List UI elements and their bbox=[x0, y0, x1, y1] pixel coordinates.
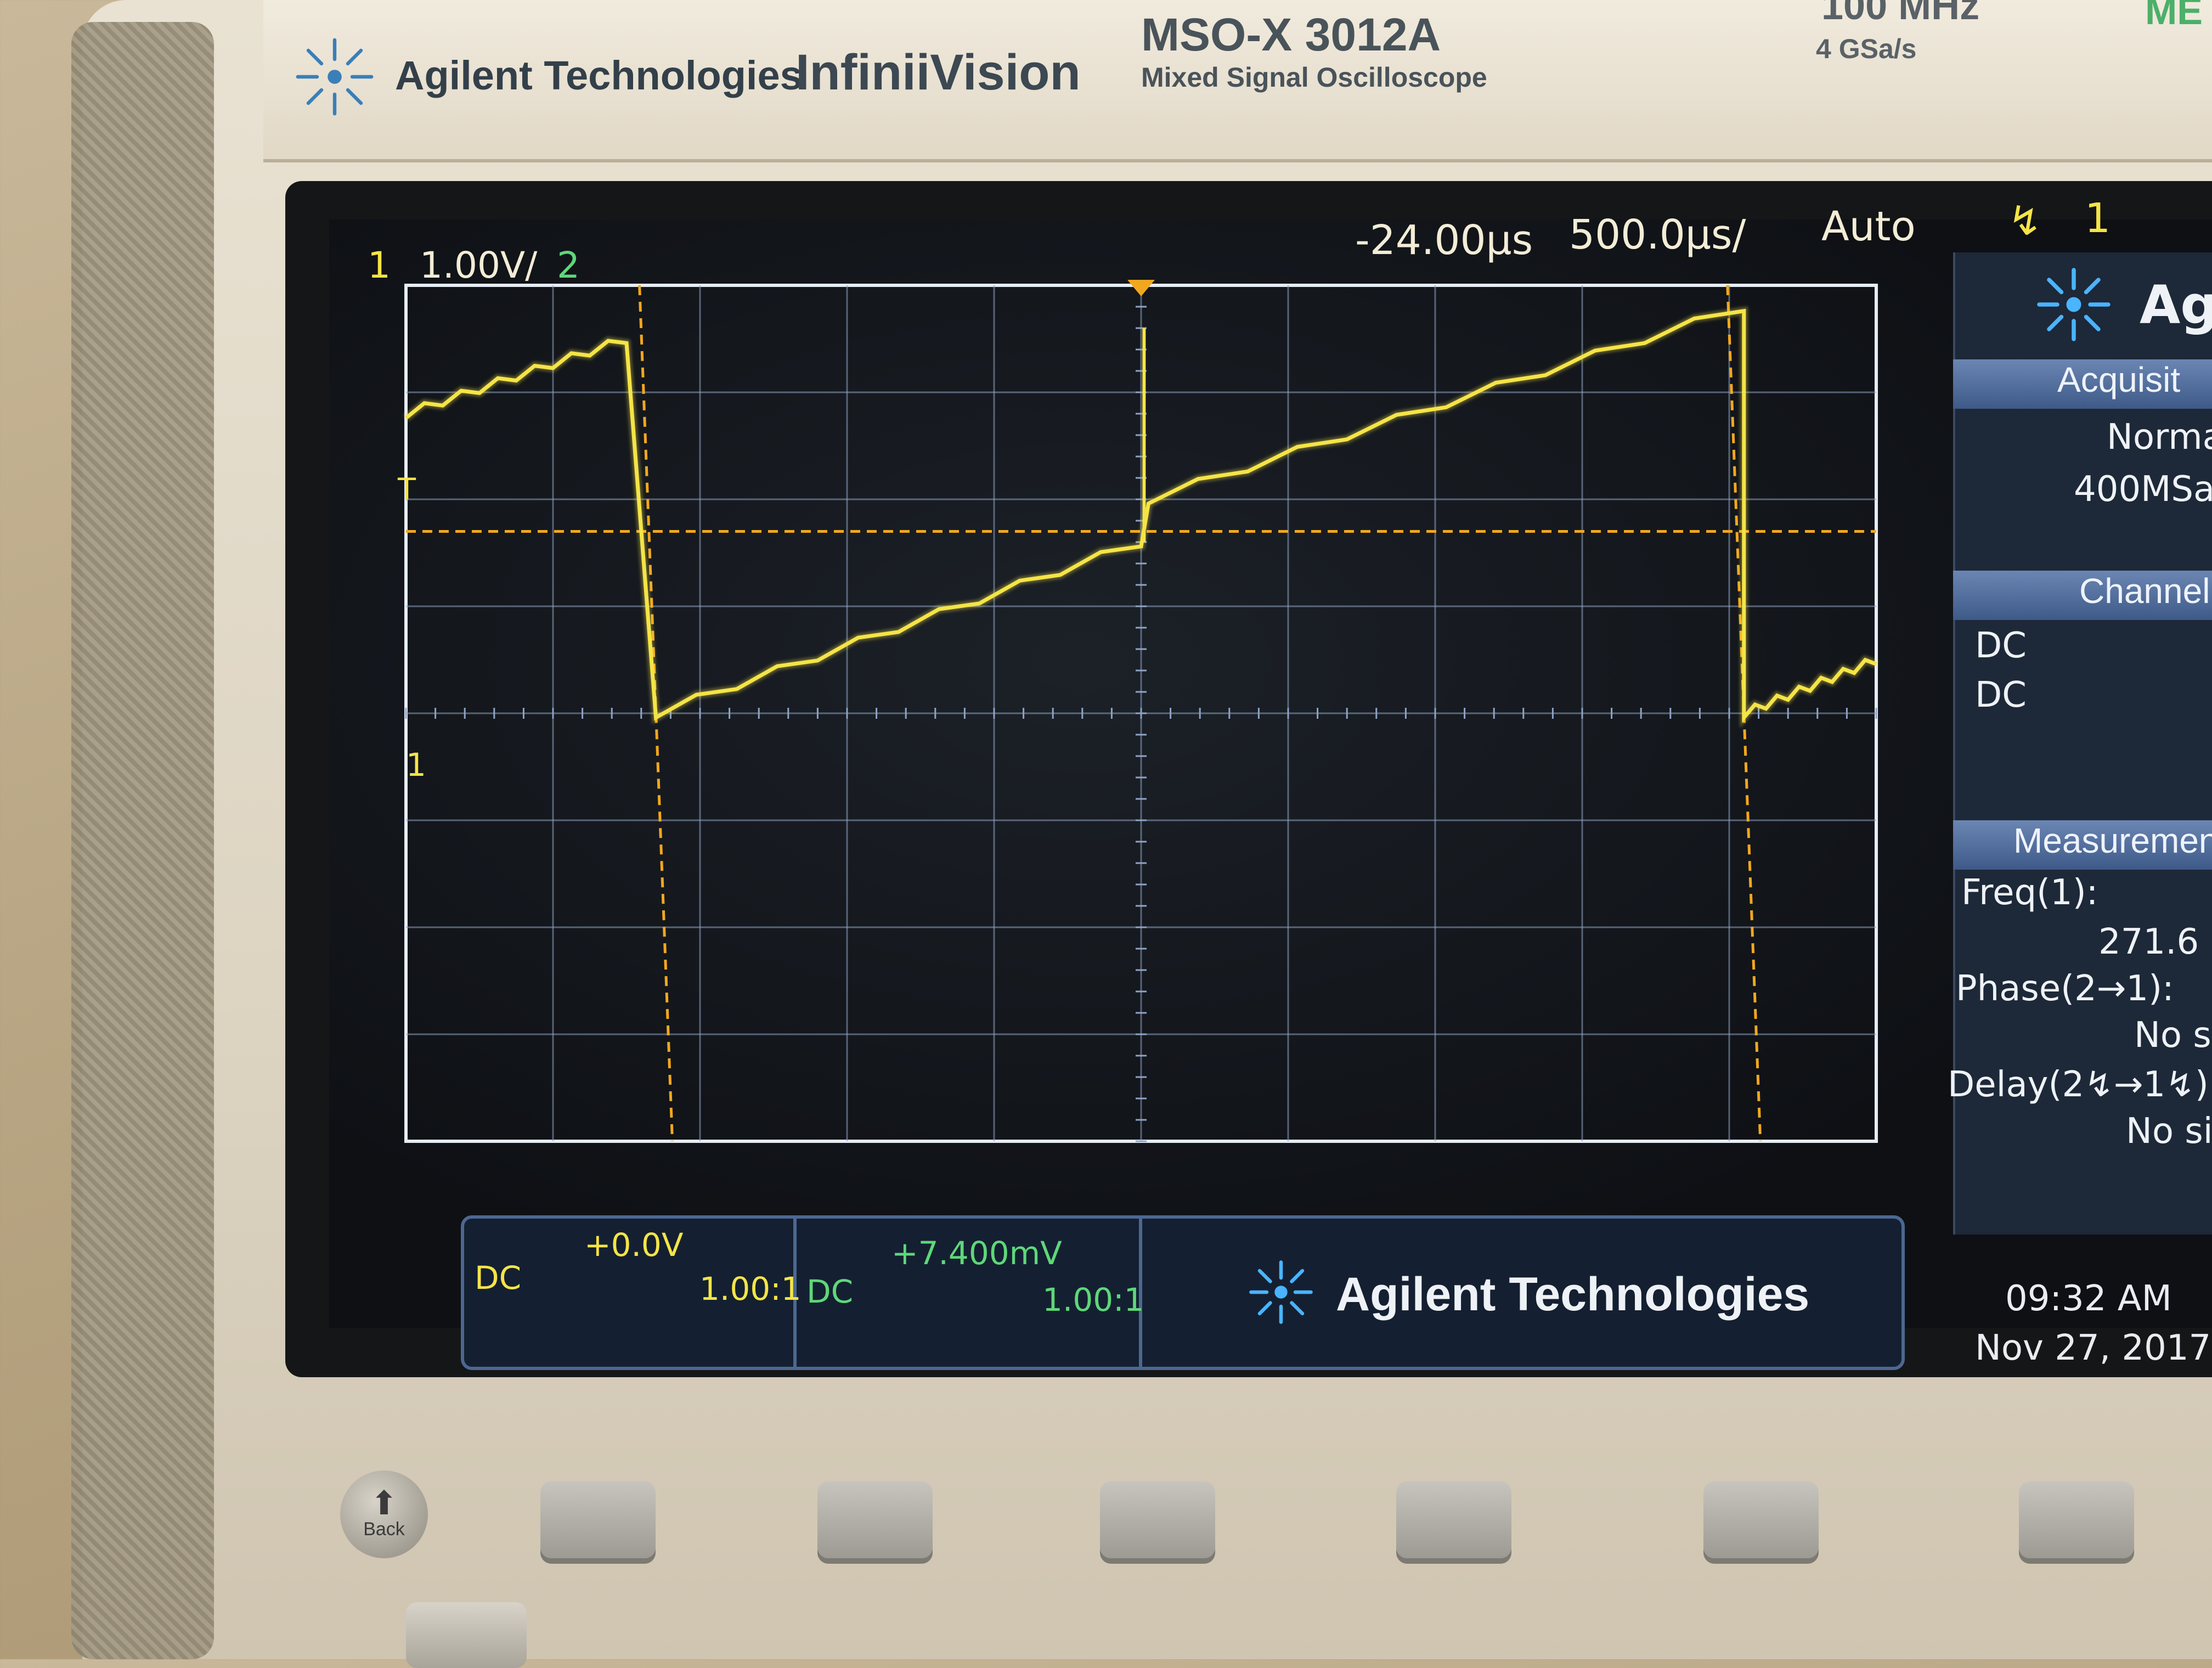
model-number: MSO-X 3012A bbox=[1141, 9, 1441, 60]
up-arrow-icon: ⬆ bbox=[370, 1485, 398, 1522]
agilent-logo-icon bbox=[2037, 268, 2111, 341]
bandwidth-label: 100 MHz bbox=[1821, 0, 1980, 28]
trigger-level-marker: T bbox=[398, 472, 416, 506]
ch1-coupling: DC bbox=[1975, 626, 2027, 666]
softkey-2[interactable] bbox=[817, 1481, 933, 1558]
clock-date: Nov 27, 2017 bbox=[1975, 1328, 2211, 1368]
time-delay[interactable]: -24.00µs bbox=[1355, 217, 1533, 264]
power-button[interactable] bbox=[406, 1602, 527, 1668]
delay-value: No sig bbox=[2126, 1111, 2212, 1152]
phase-label: Phase(2→1): bbox=[1956, 968, 2174, 1009]
ch2-offset[interactable]: +7.400mV bbox=[891, 1235, 1062, 1272]
carry-strap bbox=[71, 22, 214, 1659]
softkey-4[interactable] bbox=[1396, 1481, 1511, 1558]
trigger-source[interactable]: 1 bbox=[2085, 195, 2111, 242]
corner-label: ME bbox=[2145, 0, 2203, 32]
agilent-logo-icon bbox=[1249, 1260, 1313, 1324]
ch2-coupling-bottom[interactable]: DC bbox=[806, 1273, 853, 1310]
acquisition-mode: Norma bbox=[2107, 417, 2212, 458]
footer-brand: Agilent Technologies bbox=[1336, 1268, 1810, 1321]
softkey-1[interactable] bbox=[540, 1481, 656, 1558]
model-subtitle: Mixed Signal Oscilloscope bbox=[1141, 62, 1487, 93]
acquisition-header[interactable]: Acquisit bbox=[1953, 359, 2212, 409]
freq-label: Freq(1): bbox=[1961, 872, 2098, 913]
acquisition-header-label: Acquisit bbox=[2057, 360, 2181, 399]
trigger-edge-icon[interactable]: ↯ bbox=[2008, 198, 2042, 245]
ch1-coupling-bottom[interactable]: DC bbox=[475, 1259, 521, 1297]
softkey-5[interactable] bbox=[1703, 1481, 1819, 1558]
channels-header[interactable]: Channel bbox=[1953, 571, 2212, 620]
ch2-probe[interactable]: 1.00:1 bbox=[1042, 1281, 1144, 1318]
back-button-label: Back bbox=[363, 1519, 405, 1540]
channels-header-label: Channel bbox=[2079, 571, 2210, 611]
back-button[interactable]: ⬆ Back bbox=[340, 1470, 428, 1558]
product-line: InfiniiVision bbox=[795, 44, 1081, 100]
sample-rate-label: 4 GSa/s bbox=[1816, 33, 1917, 64]
acquisition-rate: 400MSa bbox=[2074, 469, 2212, 510]
ch2-coupling: DC bbox=[1975, 675, 2027, 715]
brand-name: Agilent Technologies bbox=[395, 53, 803, 98]
softkey-6[interactable] bbox=[2019, 1481, 2134, 1558]
ch1-probe[interactable]: 1.00:1 bbox=[699, 1270, 802, 1308]
ch1-offset[interactable]: +0.0V bbox=[584, 1226, 684, 1264]
trigger-mode[interactable]: Auto bbox=[1821, 203, 1916, 250]
clock-time: 09:32 AM bbox=[2005, 1278, 2172, 1319]
agilent-logo-icon bbox=[296, 38, 374, 116]
phase-value: No si bbox=[2134, 1015, 2212, 1056]
measurements-header-label: Measuremen bbox=[2013, 821, 2212, 860]
freq-value: 271.6 bbox=[2098, 922, 2199, 962]
grid-lines bbox=[404, 284, 1878, 1143]
ch1-ground-marker: 1 bbox=[406, 746, 426, 784]
softkey-3[interactable] bbox=[1100, 1481, 1215, 1558]
time-scale[interactable]: 500.0µs/ bbox=[1569, 211, 1746, 258]
measurements-header[interactable]: Measuremen bbox=[1953, 820, 2212, 870]
waveform-graticule bbox=[403, 280, 1878, 1143]
delay-label: Delay(2↯→1↯): bbox=[1948, 1064, 2212, 1105]
trigger-position-marker bbox=[1127, 280, 1155, 296]
side-logo-text: Ag bbox=[2140, 274, 2212, 336]
